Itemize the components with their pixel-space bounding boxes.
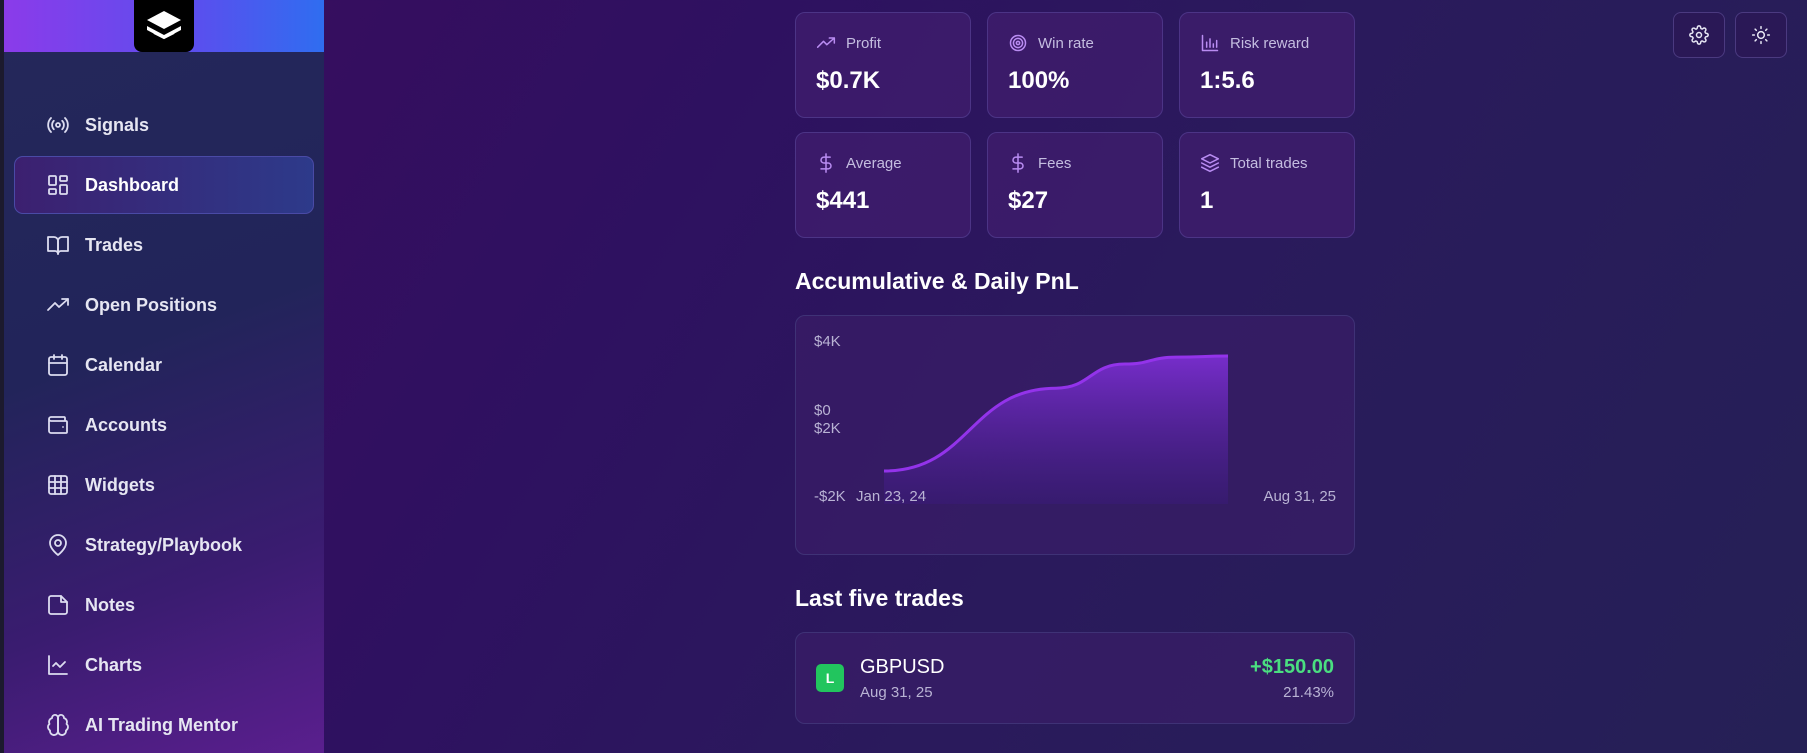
stat-card-risk-reward: Risk reward 1:5.6 [1179, 12, 1355, 118]
sidebar-item-charts[interactable]: Charts [14, 636, 314, 694]
stat-label: Win rate [1038, 34, 1094, 52]
sidebar-item-open-positions[interactable]: Open Positions [14, 276, 314, 334]
sidebar-item-dashboard[interactable]: Dashboard [14, 156, 314, 214]
sidebar-item-ai-trading-mentor[interactable]: AI Trading Mentor [14, 696, 314, 753]
trade-date: Aug 31, 25 [860, 683, 933, 701]
sidebar-item-signals[interactable]: Signals [14, 96, 314, 154]
gear-icon [1689, 25, 1709, 45]
sidebar-item-label: Notes [85, 594, 136, 615]
stat-card-average: Average $441 [795, 132, 971, 238]
sidebar-item-label: Dashboard [85, 174, 180, 195]
sidebar-item-accounts[interactable]: Accounts [14, 396, 314, 454]
pnl-chart-card: $4K $0 $2K -$2K Jan 23, 24 Aug 31, 25 [795, 315, 1355, 555]
trade-result: +$150.00 21.43% [1250, 656, 1334, 701]
trade-info: GBPUSD Aug 31, 25 [860, 656, 944, 701]
y-tick-label: -$2K [814, 488, 846, 505]
sidebar-item-widgets[interactable]: Widgets [14, 456, 314, 514]
bar-chart-icon [1201, 34, 1219, 52]
stat-card-fees: Fees $27 [987, 132, 1163, 238]
sidebar: Signals Dashboard Trades Open Positions … [4, 0, 324, 753]
sidebar-item-label: Open Positions [85, 294, 218, 315]
target-icon [1009, 34, 1027, 52]
sun-icon [1751, 25, 1771, 45]
sidebar-item-label: AI Trading Mentor [85, 714, 238, 735]
sidebar-item-label: Accounts [85, 414, 168, 435]
stat-value: 100% [1008, 67, 1070, 94]
note-icon [45, 592, 71, 618]
calendar-icon [45, 352, 71, 378]
wallet-icon [45, 412, 71, 438]
stat-label: Average [846, 154, 902, 172]
sidebar-item-label: Widgets [85, 474, 155, 495]
chart-section-title: Accumulative & Daily PnL [795, 268, 1079, 294]
trade-symbol: GBPUSD [860, 655, 945, 678]
stat-value: $0.7K [816, 67, 881, 94]
line-chart-icon [45, 652, 71, 678]
dollar-icon [1012, 153, 1024, 173]
stat-label: Profit [846, 34, 882, 52]
top-actions [1673, 12, 1787, 58]
trade-pnl: +$150.00 [1250, 655, 1334, 678]
trade-row[interactable]: L GBPUSD Aug 31, 25 +$150.00 21.43% [795, 632, 1355, 724]
pnl-area-chart: $4K $0$2K -$2K Jan 23, 24 Aug 31, 25 [814, 333, 1336, 505]
sidebar-nav: Signals Dashboard Trades Open Positions … [14, 96, 314, 753]
stats-grid: Profit $0.7K Win rate 100% Risk reward 1… [795, 12, 1355, 238]
stat-label: Fees [1038, 154, 1072, 172]
trending-up-icon [816, 37, 836, 48]
trending-up-icon [45, 292, 71, 318]
trade-percent: 21.43% [1283, 683, 1334, 701]
y-tick-label: $0 [814, 402, 831, 419]
app-logo[interactable] [134, 0, 194, 52]
stat-card-win-rate: Win rate 100% [987, 12, 1163, 118]
sidebar-item-label: Strategy/Playbook [85, 534, 243, 555]
grid-icon [45, 472, 71, 498]
layout-dashboard-icon [45, 172, 71, 198]
sidebar-item-label: Charts [85, 654, 143, 675]
stat-value: 1 [1200, 187, 1214, 214]
dollar-icon [820, 153, 832, 173]
settings-button[interactable] [1673, 12, 1725, 58]
stat-card-profit: Profit $0.7K [795, 12, 971, 118]
sidebar-item-label: Signals [85, 114, 150, 135]
layers-logo-icon [147, 11, 181, 40]
open-book-icon [45, 232, 71, 258]
position-side-badge: L [816, 664, 844, 692]
x-tick-label: Aug 31, 25 [1263, 488, 1336, 505]
stat-value: 1:5.6 [1200, 67, 1255, 94]
sidebar-item-trades[interactable]: Trades [14, 216, 314, 274]
sidebar-item-notes[interactable]: Notes [14, 576, 314, 634]
y-tick-label: $4K [814, 333, 841, 350]
brain-icon [45, 712, 71, 738]
broadcast-icon [45, 112, 71, 138]
stat-card-total-trades: Total trades 1 [1179, 132, 1355, 238]
sidebar-item-strategy-playbook[interactable]: Strategy/Playbook [14, 516, 314, 574]
x-tick-label: Jan 23, 24 [856, 488, 926, 505]
stat-value: $441 [816, 187, 870, 214]
pnl-area-fill [884, 356, 1228, 504]
trades-section-title: Last five trades [795, 585, 964, 611]
sidebar-header [4, 0, 324, 52]
stat-value: $27 [1008, 187, 1049, 214]
stat-label: Risk reward [1230, 34, 1310, 52]
y-tick-label: $2K [814, 420, 841, 437]
dashboard-main: Profit $0.7K Win rate 100% Risk reward 1… [795, 12, 1355, 724]
layers-icon [1200, 153, 1220, 173]
theme-toggle-button[interactable] [1735, 12, 1787, 58]
sidebar-item-calendar[interactable]: Calendar [14, 336, 314, 394]
sidebar-item-label: Calendar [85, 354, 163, 375]
stat-label: Total trades [1230, 154, 1308, 172]
map-pin-icon [45, 532, 71, 558]
sidebar-item-label: Trades [85, 234, 144, 255]
